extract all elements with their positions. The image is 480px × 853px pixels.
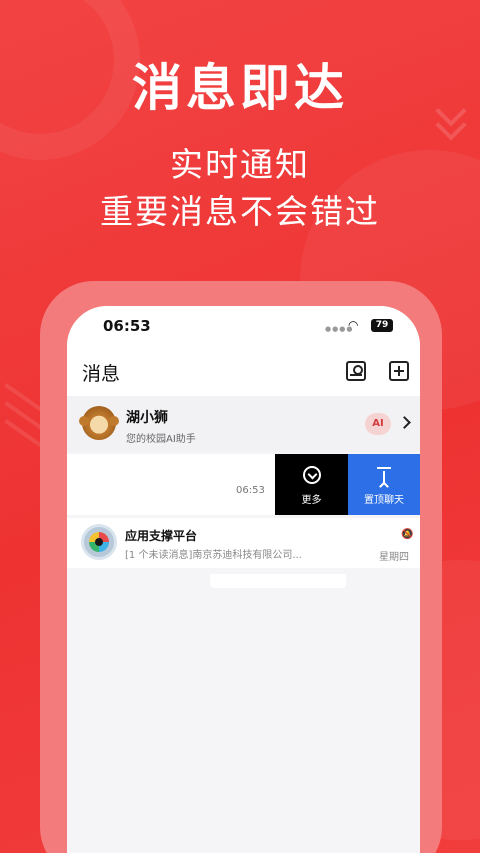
phone-screen: 06:53 ●●●● ◠ 79 消息 湖小狮 您的校园AI助手 AI 06:53… bbox=[67, 306, 420, 853]
promo-headline: 消息即达 bbox=[132, 59, 348, 117]
pin-label: 置顶聊天 bbox=[364, 495, 404, 506]
pin-to-top-icon bbox=[375, 466, 393, 492]
conversation-description: 您的校园AI助手 bbox=[126, 434, 196, 445]
conversation-swiped[interactable]: 06:53 更多 置顶聊天 bbox=[67, 454, 420, 515]
wifi-icon: ◠ bbox=[348, 318, 359, 332]
navbar: 消息 bbox=[67, 346, 420, 396]
pin-chat-button[interactable]: 置顶聊天 bbox=[348, 454, 420, 515]
conversation-date: 星期四 bbox=[379, 552, 409, 563]
conversation-preview: [1 个未读消息]南京苏迪科技有限公司... bbox=[125, 550, 302, 561]
decor-slashes bbox=[0, 383, 56, 520]
add-icon[interactable] bbox=[389, 361, 409, 381]
monkey-avatar bbox=[79, 406, 119, 440]
mute-icon: 🔕 bbox=[401, 529, 414, 540]
conversation-ai-assistant[interactable]: 湖小狮 您的校园AI助手 AI bbox=[67, 396, 420, 452]
promo-subline-2: 重要消息不会错过 bbox=[100, 192, 380, 231]
chevron-down-circle-icon bbox=[302, 466, 321, 484]
ai-badge: AI bbox=[365, 413, 391, 435]
conversation-app-platform[interactable]: 应用支撑平台 [1 个未读消息]南京苏迪科技有限公司... 🔕 星期四 bbox=[67, 518, 420, 568]
conversation-name: 应用支撑平台 bbox=[125, 529, 198, 543]
chevron-right-icon[interactable] bbox=[398, 416, 411, 429]
app-platform-avatar bbox=[81, 524, 117, 560]
list-divider bbox=[210, 574, 346, 588]
conversation-time: 06:53 bbox=[236, 485, 265, 496]
conversation-name: 湖小狮 bbox=[126, 410, 168, 426]
status-time: 06:53 bbox=[103, 317, 151, 335]
more-button[interactable]: 更多 bbox=[275, 454, 348, 515]
more-label: 更多 bbox=[301, 495, 322, 506]
battery-icon: 79 bbox=[371, 319, 393, 332]
contacts-icon[interactable] bbox=[346, 361, 366, 381]
status-bar: 06:53 ●●●● ◠ 79 bbox=[67, 306, 420, 346]
page-title: 消息 bbox=[82, 363, 121, 385]
promo-subline-1: 实时通知 bbox=[170, 145, 310, 184]
